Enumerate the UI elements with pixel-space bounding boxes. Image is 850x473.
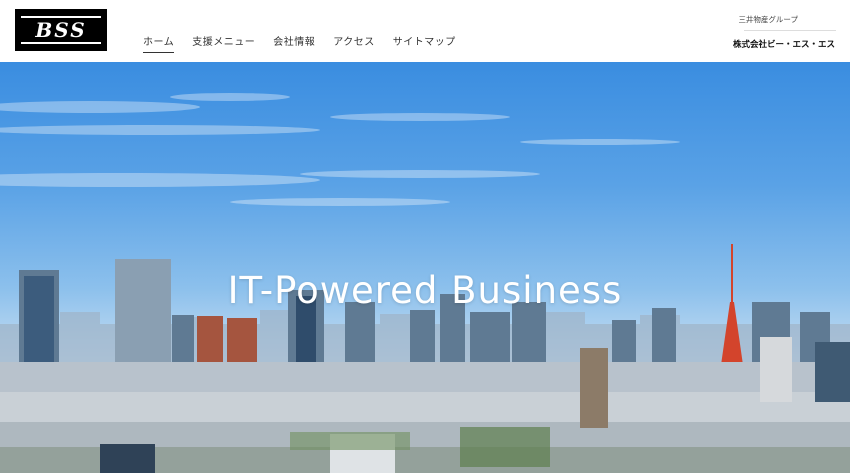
nav-item-access[interactable]: アクセス [333, 33, 375, 53]
nav-item-home[interactable]: ホーム [143, 33, 175, 53]
nav-item-sitemap[interactable]: サイトマップ [393, 33, 456, 53]
nav-item-support-menu[interactable]: 支援メニュー [192, 33, 255, 53]
bss-logo[interactable]: BSS [15, 9, 107, 51]
main-nav: ホーム 支援メニュー 会社情報 アクセス サイトマップ [143, 33, 456, 53]
site-header: BSS ホーム 支援メニュー 会社情報 アクセス サイトマップ 三井物産グループ… [0, 0, 850, 62]
hero-title: IT-Powered Business [227, 269, 623, 312]
hero-banner: IT-Powered Business [0, 62, 850, 473]
header-divider [744, 30, 836, 31]
nav-item-company-info[interactable]: 会社情報 [273, 33, 315, 53]
logo-frame: BSS [21, 16, 101, 44]
city-skyline-image [0, 93, 850, 473]
logo-text: BSS [35, 18, 87, 42]
company-name[interactable]: 株式会社ビー・エス・エス [733, 38, 835, 50]
group-label[interactable]: 三井物産グループ [738, 14, 798, 25]
